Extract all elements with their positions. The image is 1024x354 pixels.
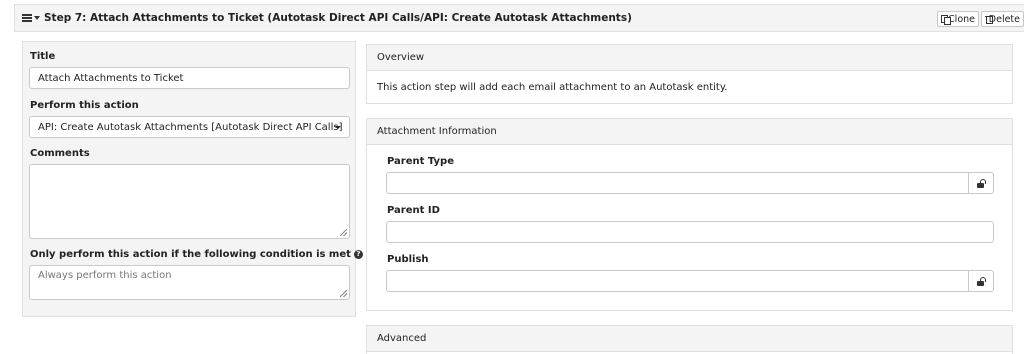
perform-action-select[interactable]: API: Create Autotask Attachments [Autota… [29, 116, 350, 138]
publish-input[interactable] [386, 270, 994, 292]
step-header-left[interactable]: Step 7: Attach Attachments to Ticket (Au… [22, 5, 632, 31]
hamburger-icon[interactable] [22, 14, 32, 22]
publish-lock-button[interactable] [968, 271, 993, 291]
resize-handle-icon[interactable] [340, 290, 347, 297]
condition-input[interactable]: Always perform this action [29, 265, 350, 300]
overview-card: Overview This action step will add each … [366, 44, 1013, 104]
condition-label-text: Only perform this action if the followin… [30, 249, 351, 260]
delete-button[interactable]: Delete [981, 11, 1024, 27]
step-form-panel: Title Attach Attachments to Ticket Perfo… [22, 41, 363, 317]
clone-label: Clone [948, 13, 975, 25]
unlock-icon [977, 178, 986, 188]
comments-label: Comments [30, 148, 90, 159]
perform-action-label: Perform this action [30, 100, 139, 111]
attachment-information-card: Attachment Information Parent Type Paren… [366, 118, 1013, 311]
condition-label: Only perform this action if the followin… [30, 249, 363, 260]
advanced-card[interactable]: Advanced [366, 325, 1013, 354]
overview-text: This action step will add each email att… [377, 82, 728, 93]
advanced-header[interactable]: Advanced [367, 326, 1012, 352]
perform-action-value: API: Create Autotask Attachments [Autota… [38, 121, 343, 133]
step-header: Step 7: Attach Attachments to Ticket (Au… [14, 4, 1024, 32]
resize-handle-icon[interactable] [340, 229, 347, 236]
caret-down-icon[interactable] [34, 16, 40, 20]
trash-icon [985, 15, 993, 24]
parent-id-label: Parent ID [387, 205, 440, 216]
copy-icon [941, 14, 952, 25]
publish-label: Publish [387, 254, 429, 265]
title-input-value: Attach Attachments to Ticket [38, 72, 184, 84]
clone-button[interactable]: Clone [937, 11, 979, 27]
parent-type-lock-button[interactable] [968, 173, 993, 193]
parent-type-label: Parent Type [387, 156, 454, 167]
parent-type-input[interactable] [386, 172, 994, 194]
delete-label: Delete [988, 13, 1020, 25]
parent-id-input[interactable] [386, 221, 994, 243]
title-input[interactable]: Attach Attachments to Ticket [29, 67, 350, 89]
unlock-icon [977, 276, 986, 286]
question-circle-icon[interactable]: ? [353, 250, 363, 259]
chevron-down-icon [335, 126, 341, 129]
comments-textarea[interactable] [29, 164, 350, 239]
attachment-information-header: Attachment Information [367, 119, 1012, 145]
condition-placeholder: Always perform this action [38, 270, 172, 281]
title-label: Title [30, 51, 56, 62]
step-title: Step 7: Attach Attachments to Ticket (Au… [44, 12, 632, 24]
overview-header: Overview [367, 45, 1012, 71]
